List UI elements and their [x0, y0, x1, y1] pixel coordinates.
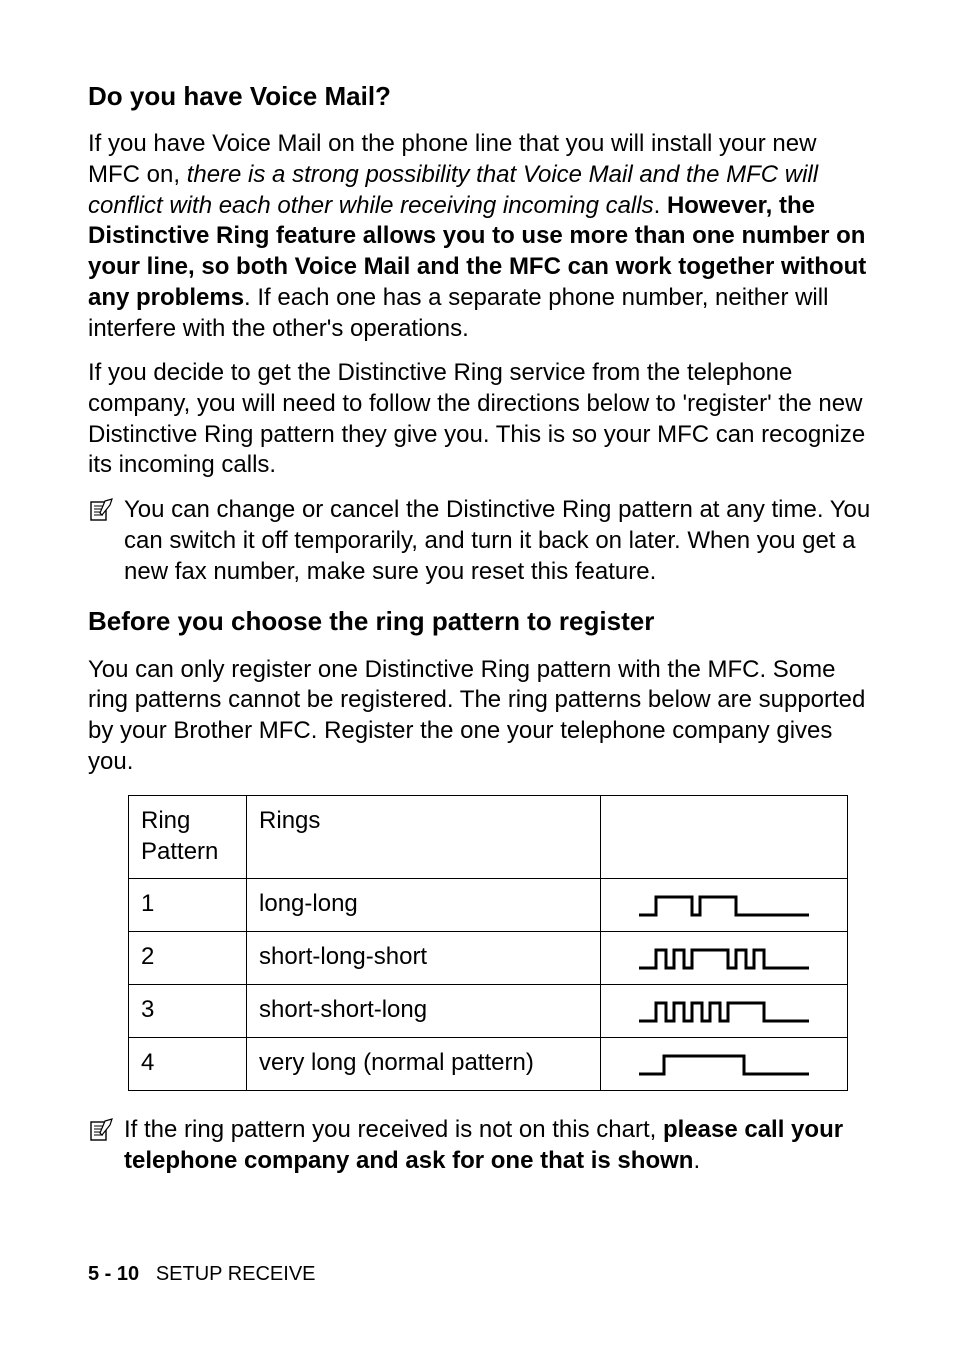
table-row: 1 long-long: [129, 878, 848, 931]
paragraph-one-pattern: You can only register one Distinctive Ri…: [88, 655, 874, 778]
ring-pattern-table: Ring Pattern Rings 1 long-long 2 short-l…: [128, 795, 848, 1090]
table-header-row: Ring Pattern Rings: [129, 796, 848, 878]
cell-diagram: [601, 984, 848, 1037]
footer-section: SETUP RECEIVE: [156, 1263, 316, 1285]
cell-diagram: [601, 878, 848, 931]
cell-num: 2: [129, 931, 247, 984]
table-row: 2 short-long-short: [129, 931, 848, 984]
note-change-cancel: You can change or cancel the Distinctive…: [88, 495, 874, 587]
text: .: [654, 192, 667, 219]
cell-desc: very long (normal pattern): [247, 1037, 601, 1090]
note-icon: [88, 497, 116, 532]
heading-voice-mail: Do you have Voice Mail?: [88, 80, 874, 113]
header-ring-pattern: Ring Pattern: [129, 796, 247, 878]
paragraph-voice-mail-intro: If you have Voice Mail on the phone line…: [88, 129, 874, 344]
footer-page-number: 5 - 10: [88, 1263, 139, 1285]
text: If the ring pattern you received is not …: [124, 1116, 663, 1143]
note-text: You can change or cancel the Distinctive…: [124, 495, 874, 587]
cell-desc: short-long-short: [247, 931, 601, 984]
note-not-on-chart: If the ring pattern you received is not …: [88, 1115, 874, 1176]
table-row: 4 very long (normal pattern): [129, 1037, 848, 1090]
cell-desc: long-long: [247, 878, 601, 931]
cell-num: 1: [129, 878, 247, 931]
page-footer: 5 - 10 SETUP RECEIVE: [88, 1262, 316, 1288]
note-icon: [88, 1117, 116, 1152]
header-rings: Rings: [247, 796, 601, 878]
cell-diagram: [601, 931, 848, 984]
cell-diagram: [601, 1037, 848, 1090]
header-diagram: [601, 796, 848, 878]
table-row: 3 short-short-long: [129, 984, 848, 1037]
note-text: If the ring pattern you received is not …: [124, 1115, 874, 1176]
cell-desc: short-short-long: [247, 984, 601, 1037]
paragraph-register-instructions: If you decide to get the Distinctive Rin…: [88, 358, 874, 481]
cell-num: 3: [129, 984, 247, 1037]
text: .: [693, 1147, 700, 1174]
cell-num: 4: [129, 1037, 247, 1090]
heading-before-choose: Before you choose the ring pattern to re…: [88, 605, 874, 638]
